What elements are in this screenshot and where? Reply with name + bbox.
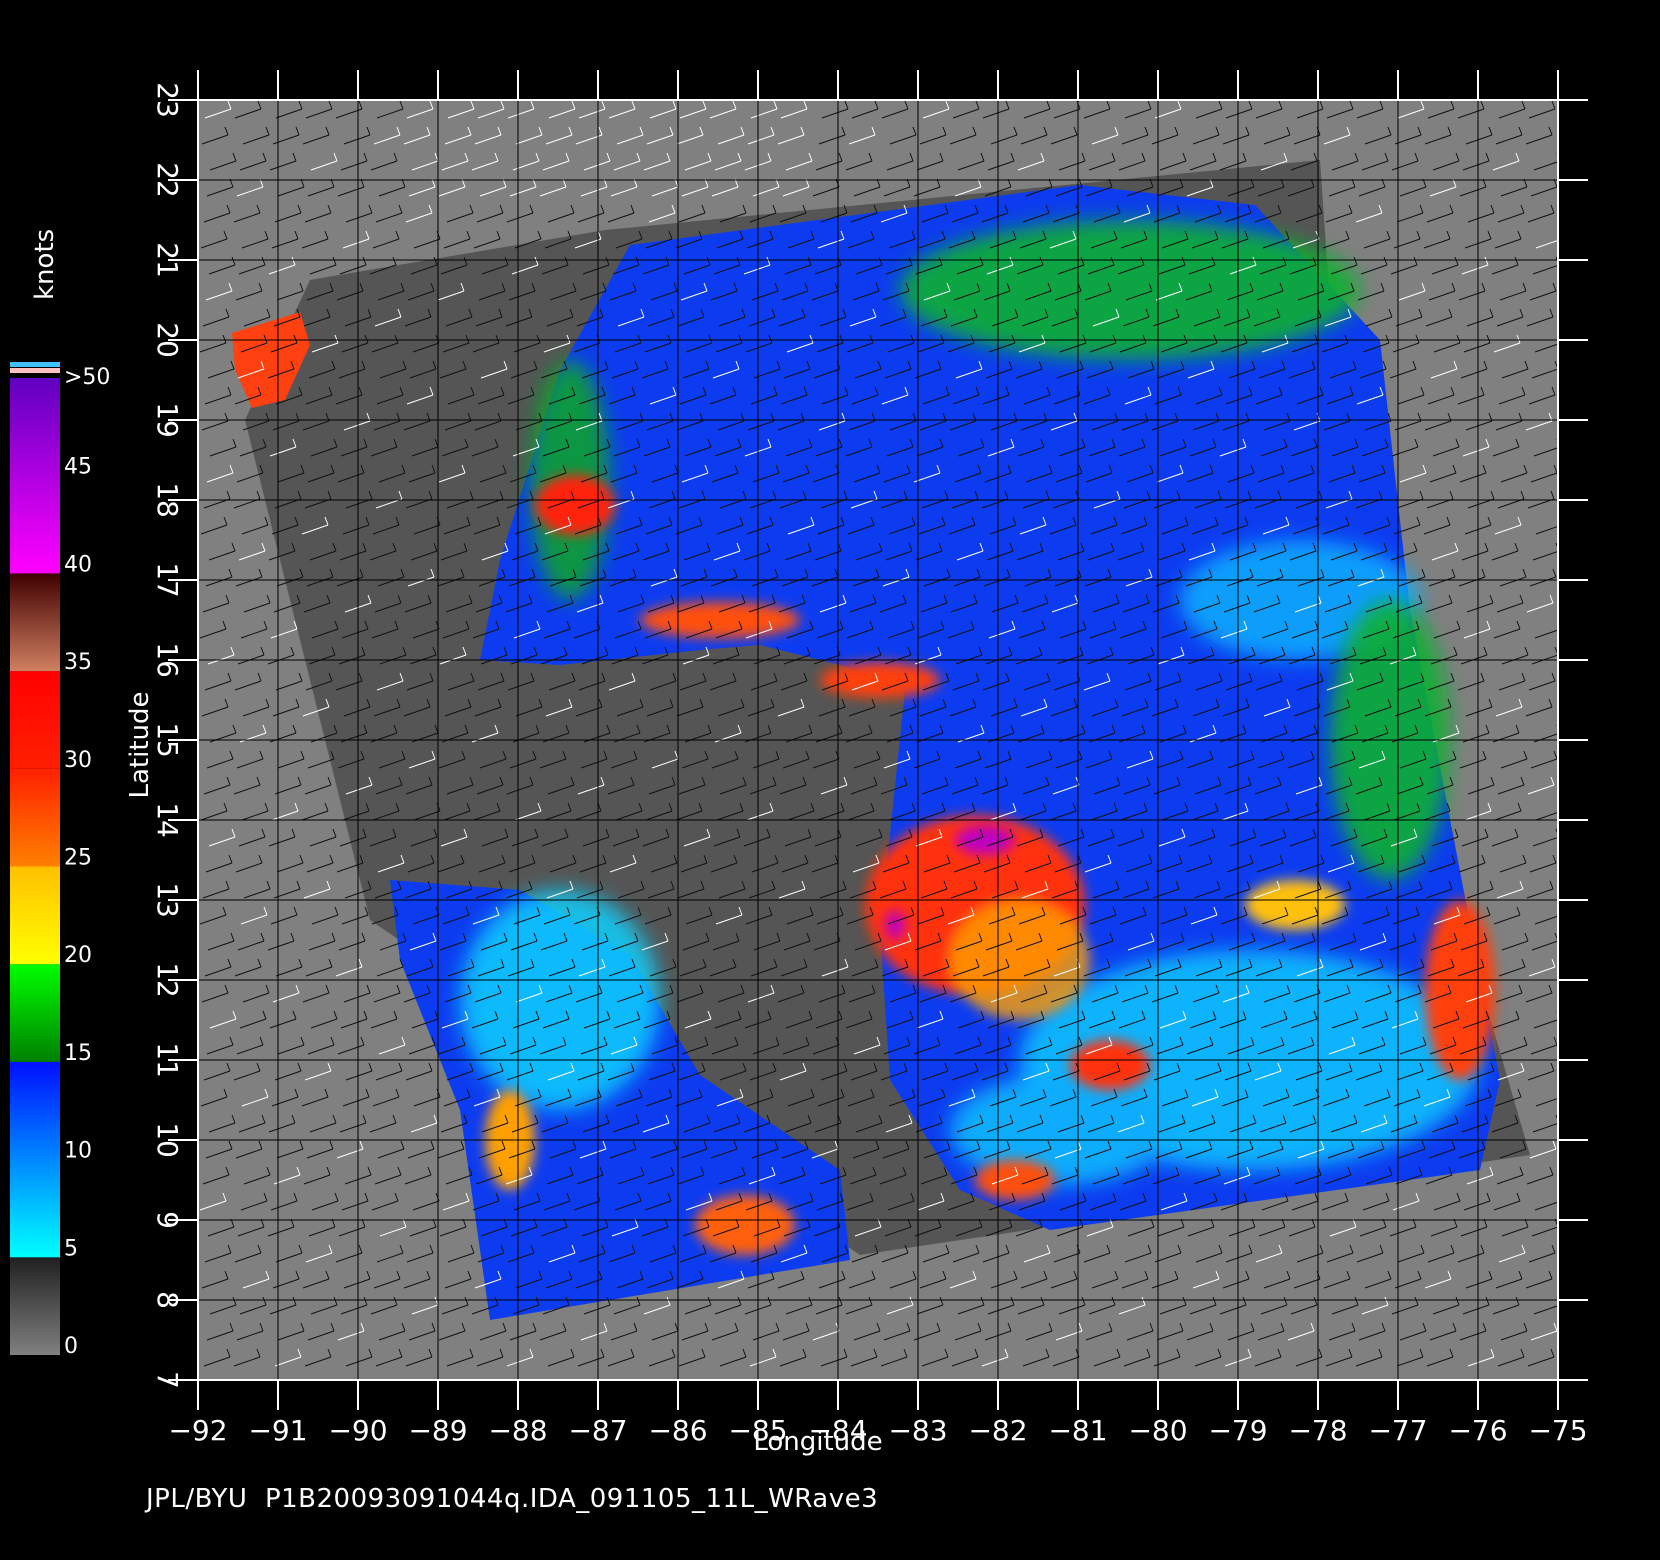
extreme-wind-2 [885, 910, 905, 940]
colorbar: 0 5 10 15 20 25 30 35 40 45 >50 [10, 362, 110, 1359]
y-tick-label: 12 [151, 962, 184, 998]
colorbar-segment [10, 1257, 60, 1355]
wind-barb-flag [1559, 1089, 1562, 1097]
wind-barb-flag [1559, 803, 1562, 811]
y-tick-label: 10 [151, 1122, 184, 1158]
colorbar-label: 25 [64, 846, 92, 871]
wind-barb-flag [1559, 517, 1562, 525]
colorbar-segment [10, 768, 60, 867]
colorbar-segment [10, 671, 60, 769]
x-tick-label: −80 [1128, 1414, 1187, 1447]
y-tick-label: 16 [151, 642, 184, 678]
x-tick-label: −90 [328, 1414, 387, 1447]
colorbar-label: 40 [64, 552, 92, 577]
map-plot-area [198, 100, 1562, 1380]
colorbar-segment [10, 573, 60, 672]
colorbar-label: 15 [64, 1041, 92, 1066]
x-tick-label: −76 [1448, 1414, 1507, 1447]
y-tick-label: 11 [151, 1042, 184, 1078]
colorbar-segment [10, 378, 60, 574]
y-tick-label: 22 [151, 162, 184, 198]
footer-caption: JPL/BYU P1B20093091044q.IDA_091105_11L_W… [146, 1484, 879, 1514]
storm-west [535, 475, 615, 535]
low-wind-south [460, 890, 660, 1110]
x-axis-label: Longitude [753, 1427, 882, 1457]
x-tick-label: −87 [568, 1414, 627, 1447]
x-tick-label: −89 [408, 1414, 467, 1447]
colorbar-cap [10, 362, 60, 367]
x-tick-label: −86 [648, 1414, 707, 1447]
y-tick-label: 8 [151, 1291, 184, 1309]
wind-barb-flag [1559, 231, 1562, 239]
colorbar-segment [10, 866, 60, 965]
storm-east [1425, 900, 1495, 1080]
y-tick-label: 19 [151, 402, 184, 438]
colorbar-label: 20 [64, 943, 92, 968]
x-tick-label: −88 [488, 1414, 547, 1447]
colorbar-label: >50 [64, 365, 110, 390]
x-tick-label: −92 [168, 1414, 227, 1447]
colorbar-label: 30 [64, 748, 92, 773]
y-tick-label: 9 [151, 1211, 184, 1229]
colorbar-segment [10, 964, 60, 1062]
colorbar-label: 0 [64, 1334, 78, 1359]
x-tick-label: −75 [1528, 1414, 1587, 1447]
storm-se [1070, 1040, 1150, 1090]
wind-map-figure: −92 −91 −90 −89 −88 −87 −86 −85 −84 −83 −82 −81 −80−… [10, 70, 1588, 1457]
y-tick-label: 20 [151, 322, 184, 358]
y-tick-label: 18 [151, 482, 184, 518]
colorbar-label: 45 [64, 455, 92, 480]
x-tick-label: −82 [968, 1414, 1027, 1447]
x-tick-label: −83 [888, 1414, 947, 1447]
x-tick-label: −77 [1368, 1414, 1427, 1447]
y-tick-label: 23 [151, 82, 184, 118]
extreme-wind-1 [955, 825, 1015, 855]
x-tick-label: −78 [1288, 1414, 1347, 1447]
y-tick-label: 7 [151, 1371, 184, 1389]
colorbar-label: 5 [64, 1236, 78, 1261]
y-tick-label: 17 [151, 562, 184, 598]
colorbar-label: 10 [64, 1139, 92, 1164]
colorbar-label: 35 [64, 650, 92, 675]
storm-band-1 [640, 602, 800, 638]
x-tick-label: −79 [1208, 1414, 1267, 1447]
y-axis-label: Latitude [125, 691, 155, 798]
storm-core-outer [950, 900, 1090, 1020]
colorbar-cap [10, 368, 60, 373]
x-tick-label: −81 [1048, 1414, 1107, 1447]
y-tick-label: 13 [151, 882, 184, 918]
y-tick-label: 21 [151, 242, 184, 278]
storm-gulf [975, 1160, 1055, 1200]
x-tick-label: −91 [248, 1414, 307, 1447]
y-tick-label: 14 [151, 802, 184, 838]
colorbar-title: knots [30, 228, 60, 300]
colorbar-segment [10, 1061, 60, 1258]
storm-south [695, 1195, 795, 1255]
y-tick-label: 15 [151, 722, 184, 758]
